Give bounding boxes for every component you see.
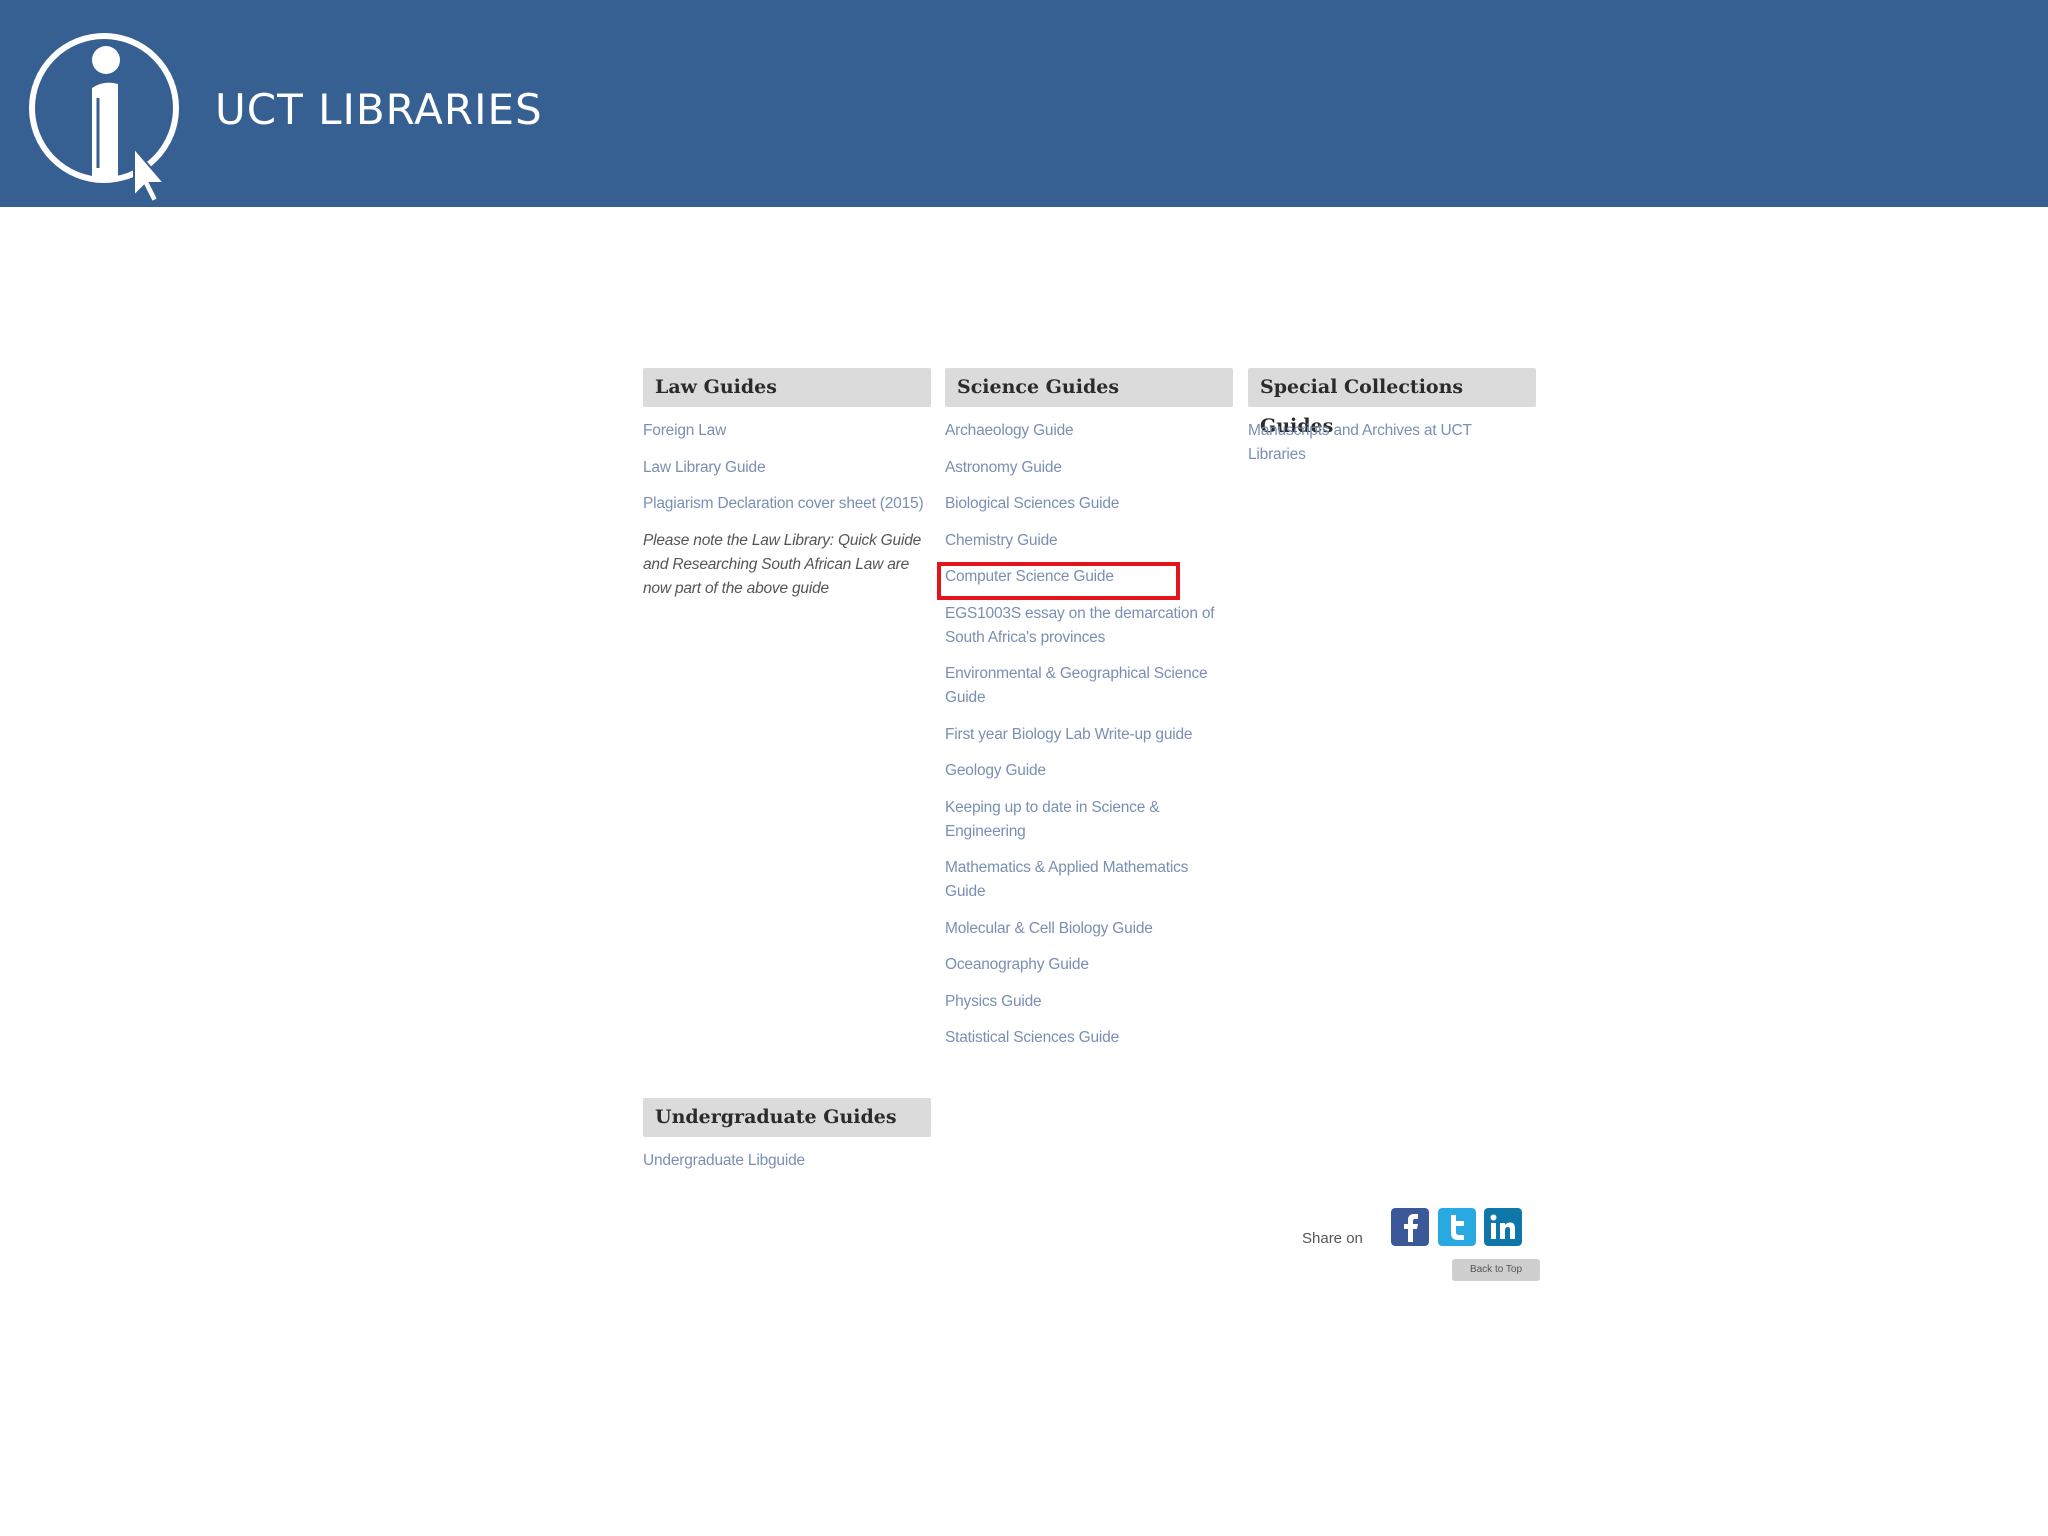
uct-libraries-logo-icon: [29, 33, 179, 204]
banner-title: UCT LIBRARIES: [215, 85, 543, 134]
highlight-box: [937, 562, 1180, 600]
share-label: Share on: [1302, 1230, 1363, 1247]
law-guides-header: Law Guides: [643, 368, 931, 407]
facebook-icon[interactable]: [1391, 1208, 1429, 1246]
science-guides-section: Science Guides Archaeology Guide Astrono…: [945, 368, 1233, 1063]
law-note: Please note the Law Library: Quick Guide…: [643, 531, 922, 597]
science-link-mathematics[interactable]: Mathematics & Applied Mathematics Guide: [945, 856, 1230, 904]
undergraduate-guides-header: Undergraduate Guides: [643, 1098, 931, 1137]
science-guides-header: Science Guides: [945, 368, 1233, 407]
science-link-molecular-cell-biology[interactable]: Molecular & Cell Biology Guide: [945, 917, 1230, 941]
science-link-biological-sciences[interactable]: Biological Sciences Guide: [945, 492, 1230, 516]
law-guides-section: Law Guides Foreign Law Law Library Guide…: [643, 368, 931, 601]
science-link-oceanography[interactable]: Oceanography Guide: [945, 953, 1230, 977]
science-link-chemistry[interactable]: Chemistry Guide: [945, 529, 1230, 553]
undergraduate-guides-section: Undergraduate Guides Undergraduate Libgu…: [643, 1098, 931, 1186]
linkedin-icon[interactable]: [1484, 1208, 1522, 1246]
undergrad-link-libguide[interactable]: Undergraduate Libguide: [643, 1149, 928, 1173]
science-link-keeping-up-to-date[interactable]: Keeping up to date in Science & Engineer…: [945, 796, 1230, 844]
science-link-geology[interactable]: Geology Guide: [945, 759, 1230, 783]
science-link-physics[interactable]: Physics Guide: [945, 990, 1230, 1014]
science-link-environmental-geographical[interactable]: Environmental & Geographical Science Gui…: [945, 662, 1230, 710]
twitter-icon[interactable]: [1438, 1208, 1476, 1246]
special-collections-section: Special Collections Guides Manuscripts a…: [1248, 368, 1536, 480]
science-link-statistical-sciences[interactable]: Statistical Sciences Guide: [945, 1026, 1230, 1050]
law-link-foreign-law[interactable]: Foreign Law: [643, 419, 928, 443]
back-to-top-button[interactable]: Back to Top: [1452, 1259, 1540, 1281]
law-link-law-library-guide[interactable]: Law Library Guide: [643, 456, 928, 480]
special-link-manuscripts-archives[interactable]: Manuscripts and Archives at UCT Librarie…: [1248, 419, 1533, 467]
science-link-egs-essay[interactable]: EGS1003S essay on the demarcation of Sou…: [945, 602, 1230, 650]
header-banner: UCT LIBRARIES: [0, 0, 2048, 207]
law-link-plagiarism-declaration[interactable]: Plagiarism Declaration cover sheet (2015…: [643, 492, 928, 516]
science-link-first-year-biology[interactable]: First year Biology Lab Write-up guide: [945, 723, 1230, 747]
science-link-astronomy[interactable]: Astronomy Guide: [945, 456, 1230, 480]
science-link-archaeology[interactable]: Archaeology Guide: [945, 419, 1230, 443]
special-collections-header: Special Collections Guides: [1248, 368, 1536, 437]
